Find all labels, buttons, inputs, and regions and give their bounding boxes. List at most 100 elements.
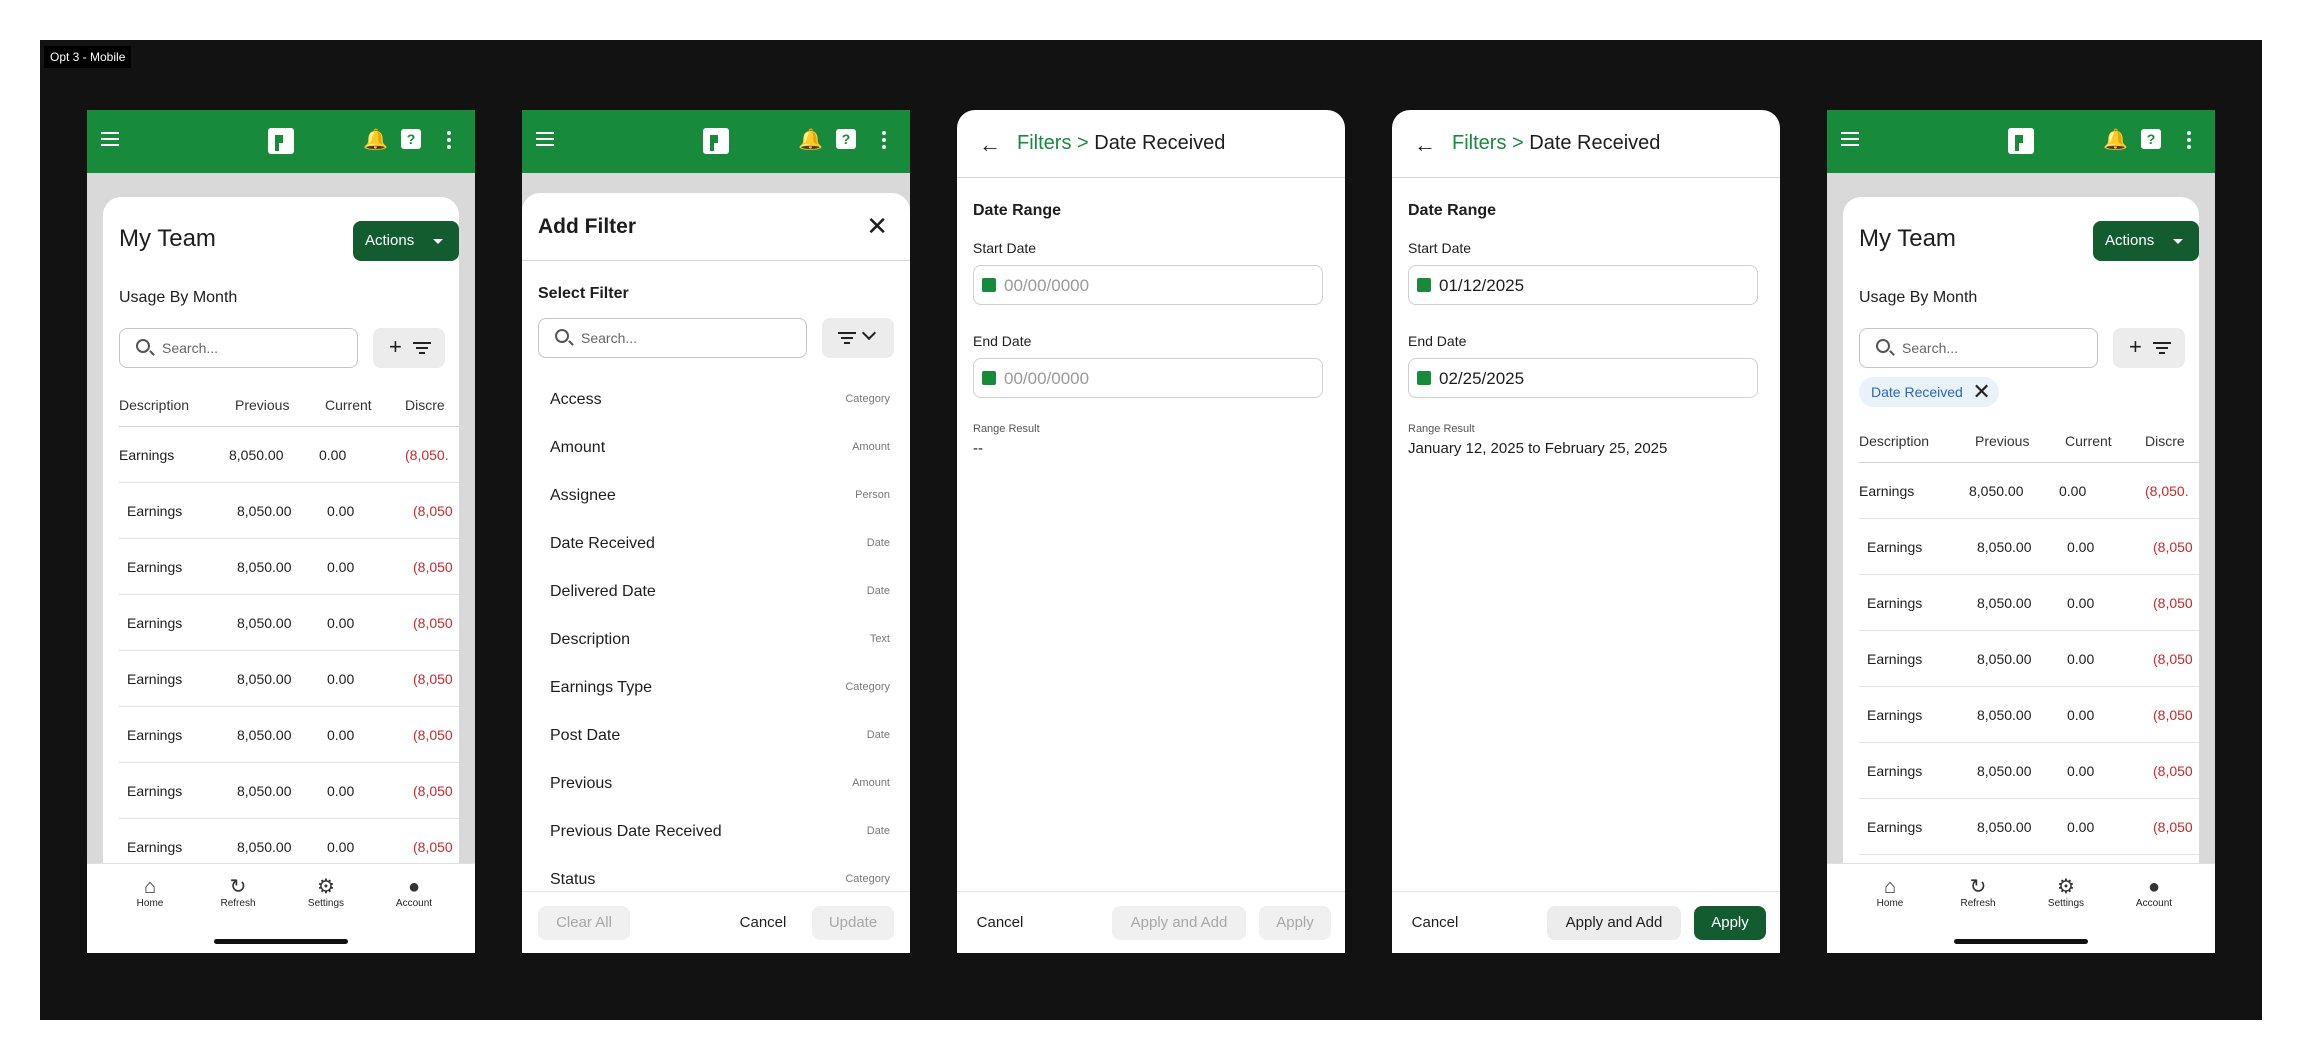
filter-option[interactable]: Post Date Date bbox=[550, 713, 890, 761]
refresh-icon: ↻ bbox=[229, 876, 247, 898]
menu-icon[interactable] bbox=[101, 132, 119, 146]
table-row[interactable]: Earnings 8,050.00 0.00 (8,050 bbox=[1859, 687, 2199, 743]
logo-icon[interactable] bbox=[703, 128, 729, 154]
chip-label: Date Received bbox=[1871, 384, 1963, 400]
bell-icon[interactable]: 🔔 bbox=[798, 130, 823, 150]
logo-icon[interactable] bbox=[2008, 128, 2034, 154]
filter-option[interactable]: Status Category bbox=[550, 857, 890, 891]
close-icon[interactable]: ✕ bbox=[866, 211, 888, 242]
back-arrow-icon[interactable]: ← bbox=[979, 132, 1001, 158]
filter-option[interactable]: Delivered Date Date bbox=[550, 569, 890, 617]
cell-discrepancy: (8,050 bbox=[413, 783, 453, 799]
nav-refresh[interactable]: ↻ Refresh bbox=[208, 876, 268, 909]
filter-search-input[interactable]: Search... bbox=[538, 318, 807, 358]
start-date-input[interactable]: 01/12/2025 bbox=[1408, 265, 1758, 305]
filter-type: Date bbox=[866, 537, 890, 549]
cancel-button[interactable]: Cancel bbox=[728, 906, 798, 940]
filter-option[interactable]: Description Text bbox=[550, 617, 890, 665]
nav-label: Account bbox=[2135, 898, 2173, 909]
table-row[interactable]: Earnings 8,050.00 0.00 (8,050 bbox=[1859, 519, 2199, 575]
cell-description: Earnings bbox=[127, 671, 183, 687]
more-icon[interactable] bbox=[447, 131, 451, 152]
breadcrumb-parent[interactable]: Filters > bbox=[1452, 132, 1524, 154]
update-button[interactable]: Update bbox=[812, 906, 894, 940]
cell-current: 0.00 bbox=[327, 503, 355, 519]
clear-all-button[interactable]: Clear All bbox=[538, 906, 630, 940]
apply-button[interactable]: Apply bbox=[1694, 906, 1766, 940]
actions-button[interactable]: Actions bbox=[2093, 221, 2199, 261]
filter-name: Access bbox=[550, 391, 602, 408]
cancel-button[interactable]: Cancel bbox=[1400, 906, 1470, 940]
filter-option[interactable]: Earnings Type Category bbox=[550, 665, 890, 713]
nav-settings[interactable]: ⚙ Settings bbox=[2036, 876, 2096, 909]
table-row[interactable]: Earnings 8,050.00 0.00 (8,050 bbox=[1859, 575, 2199, 631]
end-date-input[interactable]: 00/00/0000 bbox=[973, 358, 1323, 398]
phone-add-filter: 🔔 ? Add Filter ✕ Select Filter Search...… bbox=[522, 110, 910, 953]
nav-home[interactable]: ⌂ Home bbox=[120, 876, 180, 909]
apply-button[interactable]: Apply bbox=[1259, 906, 1331, 940]
table-row[interactable]: Earnings 8,050.00 0.00 (8,050 bbox=[119, 651, 459, 707]
search-input[interactable]: Search... bbox=[1859, 328, 2098, 368]
menu-icon[interactable] bbox=[1841, 132, 1859, 146]
cancel-button[interactable]: Cancel bbox=[965, 906, 1035, 940]
filter-option[interactable]: Access Category bbox=[550, 377, 890, 425]
end-date-input[interactable]: 02/25/2025 bbox=[1408, 358, 1758, 398]
nav-account[interactable]: ● Account bbox=[384, 876, 444, 909]
start-date-label: Start Date bbox=[1408, 240, 1472, 256]
filter-option[interactable]: Date Received Date bbox=[550, 521, 890, 569]
table-row[interactable]: Earnings 8,050.00 0.00 (8,050 bbox=[119, 819, 459, 863]
back-arrow-icon[interactable]: ← bbox=[1414, 132, 1436, 158]
apply-and-add-button[interactable]: Apply and Add bbox=[1112, 906, 1246, 940]
bell-icon[interactable]: 🔔 bbox=[363, 130, 388, 150]
actions-button[interactable]: Actions bbox=[353, 221, 459, 261]
select-filter-label: Select Filter bbox=[538, 285, 629, 302]
more-icon[interactable] bbox=[882, 131, 886, 152]
table-row[interactable]: Earnings 8,050.00 0.00 (8,050 bbox=[119, 763, 459, 819]
sort-filter-button[interactable] bbox=[822, 318, 894, 358]
filter-chip[interactable]: Date Received ✕ bbox=[1859, 377, 1999, 407]
nav-label: Settings bbox=[2047, 898, 2085, 909]
team-card: My Team Actions Usage By Month Search...… bbox=[103, 197, 459, 863]
filter-type: Category bbox=[845, 873, 890, 885]
cell-previous: 8,050.00 bbox=[1977, 595, 2032, 611]
table-row[interactable]: Earnings 8,050.00 0.00 (8,050 bbox=[1859, 799, 2199, 855]
table-row[interactable]: Earnings 8,050.00 0.00 (8,050 bbox=[119, 707, 459, 763]
table-row[interactable]: Earnings 8,050.00 0.00 (8,050 bbox=[119, 595, 459, 651]
table-row[interactable]: Earnings 8,050.00 0.00 (8,050 bbox=[119, 539, 459, 595]
table-row[interactable]: Earnings 8,050.00 0.00 (8,050. bbox=[1859, 463, 2199, 519]
menu-icon[interactable] bbox=[536, 132, 554, 146]
start-date-input[interactable]: 00/00/0000 bbox=[973, 265, 1323, 305]
add-filter-button[interactable]: + bbox=[373, 328, 445, 368]
nav-account[interactable]: ● Account bbox=[2124, 876, 2184, 909]
table-row[interactable]: Earnings 8,050.00 0.00 (8,050 bbox=[1859, 631, 2199, 687]
filter-option[interactable]: Previous Amount bbox=[550, 761, 890, 809]
help-icon[interactable]: ? bbox=[401, 129, 421, 149]
help-icon[interactable]: ? bbox=[2141, 129, 2161, 149]
help-icon[interactable]: ? bbox=[836, 129, 856, 149]
nav-settings[interactable]: ⚙ Settings bbox=[296, 876, 356, 909]
table-row[interactable]: Earnings 8,050.00 0.00 (8,050 bbox=[1859, 743, 2199, 799]
search-icon bbox=[1876, 339, 1890, 353]
more-icon[interactable] bbox=[2187, 131, 2191, 152]
search-input[interactable]: Search... bbox=[119, 328, 358, 368]
logo-icon[interactable] bbox=[268, 128, 294, 154]
breadcrumb: Filters > Date Received bbox=[1452, 132, 1660, 155]
cell-current: 0.00 bbox=[327, 615, 355, 631]
table-header: Description Previous Current Discre bbox=[1859, 433, 2199, 463]
filter-option[interactable]: Amount Amount bbox=[550, 425, 890, 473]
breadcrumb-parent[interactable]: Filters > bbox=[1017, 132, 1089, 154]
apply-and-add-button[interactable]: Apply and Add bbox=[1547, 906, 1681, 940]
close-icon[interactable]: ✕ bbox=[1972, 377, 1990, 407]
filter-list: Access Category Amount Amount Assignee Pers… bbox=[522, 377, 910, 891]
table-row[interactable]: Earnings 8,050.00 0.00 (8,050. bbox=[119, 427, 459, 483]
plus-icon: + bbox=[389, 334, 402, 359]
nav-home[interactable]: ⌂ Home bbox=[1860, 876, 1920, 909]
add-filter-button[interactable]: + bbox=[2113, 328, 2185, 368]
table-row[interactable]: Earnings 8,050.00 0.00 (8,050 bbox=[119, 483, 459, 539]
filter-option[interactable]: Assignee Person bbox=[550, 473, 890, 521]
filter-option[interactable]: Previous Date Received Date bbox=[550, 809, 890, 857]
sheet-title: Add Filter bbox=[538, 215, 636, 238]
cell-description: Earnings bbox=[127, 783, 183, 799]
bell-icon[interactable]: 🔔 bbox=[2103, 130, 2128, 150]
nav-refresh[interactable]: ↻ Refresh bbox=[1948, 876, 2008, 909]
